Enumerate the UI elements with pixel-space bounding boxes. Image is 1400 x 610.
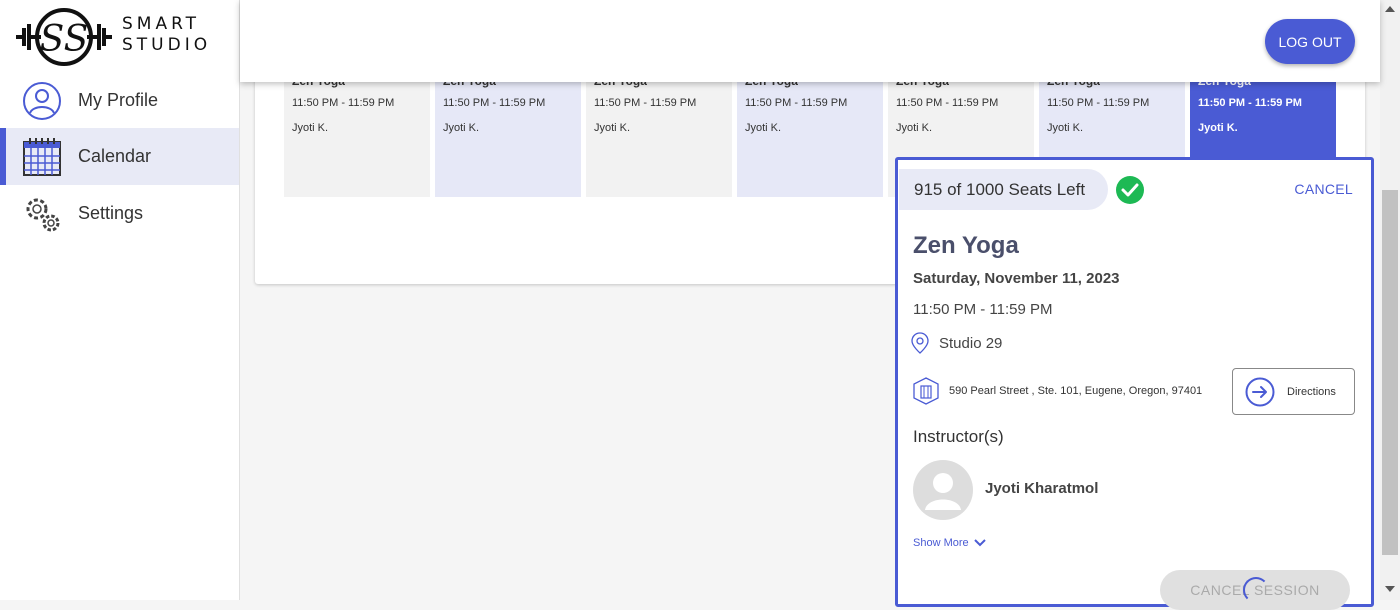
session-time: 11:50 PM - 11:59 PM [292,97,395,109]
session-instructor: Jyoti K. [292,122,329,134]
directions-button[interactable]: Directions [1232,368,1355,415]
instructors-heading: Instructor(s) [913,427,1004,446]
sidebar-item-settings[interactable]: Settings [0,185,239,242]
session-time: 11:50 PM - 11:59 PM [896,97,999,109]
top-bar: LOG OUT [240,0,1380,82]
session-title: Zen Yoga [913,232,1019,259]
cancel-button[interactable]: CANCEL [1294,181,1353,197]
show-more-label: Show More [913,537,969,549]
sidebar-item-my-profile[interactable]: My Profile [0,72,239,129]
directions-label: Directions [1287,385,1336,398]
session-time: 11:50 PM - 11:59 PM [1198,97,1302,109]
dumbbell-logo-icon: SS [16,8,112,66]
scrollbar-thumb[interactable] [1382,190,1398,555]
page-scrollbar[interactable] [1380,0,1400,600]
session-instructor: Jyoti K. [896,122,933,134]
sidebar: SS SMART STUDIO My Profile Calendar Sett… [0,0,240,600]
loading-spinner-icon [1243,577,1269,603]
session-instructor: Jyoti K. [1047,122,1084,134]
svg-text:SS: SS [40,19,89,60]
building-icon [913,377,939,405]
chevron-down-icon [973,539,986,547]
sidebar-item-label: Settings [78,203,144,223]
address-text: 590 Pearl Street , Ste. 101, Eugene, Ore… [949,385,1203,397]
session-time: 11:50 PM - 11:59 PM [745,97,848,109]
user-circle-icon [22,81,62,121]
brand-name: SMART STUDIO [122,14,211,56]
logout-button[interactable]: LOG OUT [1265,19,1355,64]
brand-line-2: STUDIO [122,35,212,55]
session-detail-popup: 915 of 1000 Seats Left CANCEL Zen Yoga S… [895,157,1374,610]
map-pin-icon [911,332,929,354]
session-date: Saturday, November 11, 2023 [913,270,1120,287]
scroll-up-arrow-icon[interactable] [1385,6,1395,12]
show-more-link[interactable]: Show More [913,537,986,549]
session-instructor: Jyoti K. [1198,122,1238,134]
check-circle-icon [1116,176,1144,204]
session-instructor: Jyoti K. [594,122,631,134]
session-time: 11:50 PM - 11:59 PM [594,97,697,109]
session-time: 11:50 PM - 11:59 PM [1047,97,1150,109]
session-instructor: Jyoti K. [443,122,480,134]
gear-icon [22,194,62,234]
session-time: 11:50 PM - 11:59 PM [913,301,1053,318]
sidebar-item-label: My Profile [78,90,159,110]
sidebar-item-calendar[interactable]: Calendar [0,128,239,185]
sidebar-item-label: Calendar [78,146,152,166]
instructor-name[interactable]: Jyoti Kharatmol [985,480,1098,497]
smart-studio-logo[interactable]: SS SMART STUDIO [14,6,226,66]
calendar-icon [22,137,62,177]
scroll-down-arrow-icon[interactable] [1385,586,1395,592]
studio-name: Studio 29 [939,334,1003,352]
brand-line-1: SMART [122,14,201,34]
avatar [913,460,973,520]
address-row: 590 Pearl Street , Ste. 101, Eugene, Ore… [913,377,1202,405]
session-time: 11:50 PM - 11:59 PM [443,97,546,109]
seats-left-badge: 915 of 1000 Seats Left [899,169,1108,210]
studio-location: Studio 29 [911,332,1002,354]
arrow-right-circle-icon [1245,377,1275,407]
session-instructor: Jyoti K. [745,122,782,134]
